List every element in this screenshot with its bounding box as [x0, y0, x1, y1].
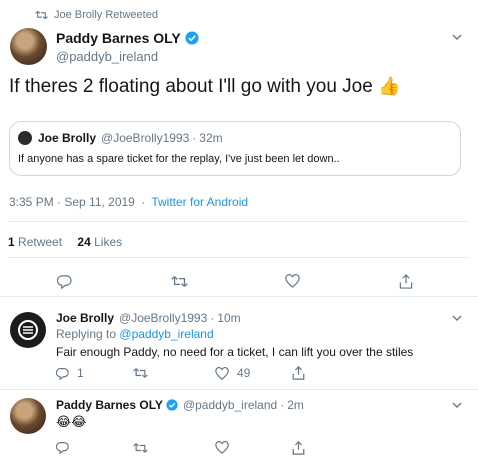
meta-separator: · [141, 195, 146, 209]
tweet-timestamp[interactable]: 3:35 PM · Sep 11, 2019 [9, 195, 135, 209]
retweet-button[interactable] [133, 442, 148, 454]
reply-icon [56, 274, 72, 289]
reply-author-handle[interactable]: @paddyb_ireland [183, 398, 277, 412]
divider [8, 257, 470, 258]
like-icon [215, 366, 229, 380]
thumbs-up-emoji: 👍 [378, 76, 401, 96]
reply-time[interactable]: 10m [217, 311, 240, 325]
divider [0, 389, 478, 390]
retweet-icon [35, 10, 48, 20]
quoted-header: Joe Brolly @JoeBrolly1993 · 32m [18, 131, 223, 145]
replying-to-handle[interactable]: @paddyb_ireland [119, 327, 213, 341]
quoted-author-handle: @JoeBrolly1993 [101, 131, 190, 145]
reply-separator: · [280, 398, 285, 412]
reply-text: 😂😂 [56, 414, 87, 429]
retweet-banner[interactable]: Joe Brolly Retweeted [35, 9, 158, 21]
replying-to-label: Replying to [56, 327, 117, 341]
verified-icon [166, 399, 178, 411]
quoted-time: 32m [199, 131, 223, 145]
reply-icon [56, 367, 69, 380]
quoted-author-name: Joe Brolly [38, 131, 97, 145]
reply-icon [56, 442, 69, 454]
retweets-label: Retweet [18, 235, 63, 249]
retweet-banner-text: Joe Brolly Retweeted [54, 9, 158, 21]
reply-button[interactable] [55, 272, 73, 290]
quoted-avatar [18, 131, 32, 145]
reply-2-header: Paddy Barnes OLY @paddyb_ireland · 2m [56, 398, 304, 412]
share-icon [399, 273, 413, 289]
tweet-text-body: If theres 2 floating about I'll go with … [9, 76, 373, 97]
like-button[interactable] [283, 272, 301, 290]
tweet-text: If theres 2 floating about I'll go with … [9, 74, 401, 99]
likes-label: Likes [94, 235, 123, 249]
like-count: 49 [237, 366, 251, 380]
author-name[interactable]: Paddy Barnes OLY [56, 30, 181, 46]
reply-button[interactable]: 1 [56, 366, 84, 380]
reply-separator: · [210, 311, 215, 325]
reply-author-name[interactable]: Joe Brolly [56, 311, 114, 325]
divider [8, 221, 470, 222]
reply-1-header: Joe Brolly @JoeBrolly1993 · 10m [56, 311, 241, 325]
reply-time[interactable]: 2m [287, 398, 304, 412]
quoted-text: If anyone has a spare ticket for the rep… [18, 153, 340, 165]
like-icon [215, 441, 229, 454]
reply-author-name[interactable]: Paddy Barnes OLY [56, 398, 163, 412]
author-handle[interactable]: @paddyb_ireland [56, 49, 199, 64]
reply-count: 1 [77, 366, 84, 380]
share-button[interactable] [292, 441, 305, 455]
verified-icon [185, 31, 199, 45]
retweets-count: 1 [8, 235, 15, 249]
avatar[interactable] [10, 398, 46, 434]
share-button[interactable] [397, 272, 415, 290]
reply-button[interactable] [56, 441, 69, 454]
replying-to: Replying to @paddyb_ireland [56, 327, 214, 341]
like-button[interactable]: 49 [215, 366, 250, 380]
retweet-icon [133, 443, 148, 453]
divider [0, 296, 478, 297]
quoted-tweet[interactable]: Joe Brolly @JoeBrolly1993 · 32m If anyon… [9, 121, 461, 176]
retweet-icon [170, 275, 188, 287]
share-button[interactable] [292, 366, 305, 380]
retweet-button[interactable] [169, 272, 189, 290]
chevron-down-icon[interactable] [450, 313, 464, 323]
chevron-down-icon[interactable] [450, 32, 464, 42]
like-icon [284, 274, 300, 288]
share-icon [292, 441, 305, 455]
like-button[interactable] [215, 441, 229, 454]
likes-stat[interactable]: 24 Likes [77, 235, 122, 249]
retweet-button[interactable] [133, 367, 156, 379]
retweet-icon [133, 368, 148, 378]
avatar[interactable] [10, 312, 46, 348]
quoted-separator: · [192, 131, 197, 145]
tweet-stats: 1 Retweet 24 Likes [8, 235, 122, 249]
tweet-meta: 3:35 PM · Sep 11, 2019 · Twitter for And… [9, 195, 248, 209]
tweet-source[interactable]: Twitter for Android [151, 195, 248, 209]
share-icon [292, 366, 305, 380]
chevron-down-icon[interactable] [450, 400, 464, 410]
reply-text: Fair enough Paddy, no need for a ticket,… [56, 345, 414, 359]
author-info: Paddy Barnes OLY @paddyb_ireland [56, 30, 199, 64]
likes-count: 24 [77, 235, 91, 249]
reply-author-handle[interactable]: @JoeBrolly1993 [119, 311, 207, 325]
retweets-stat[interactable]: 1 Retweet [8, 235, 65, 249]
avatar[interactable] [10, 28, 47, 65]
